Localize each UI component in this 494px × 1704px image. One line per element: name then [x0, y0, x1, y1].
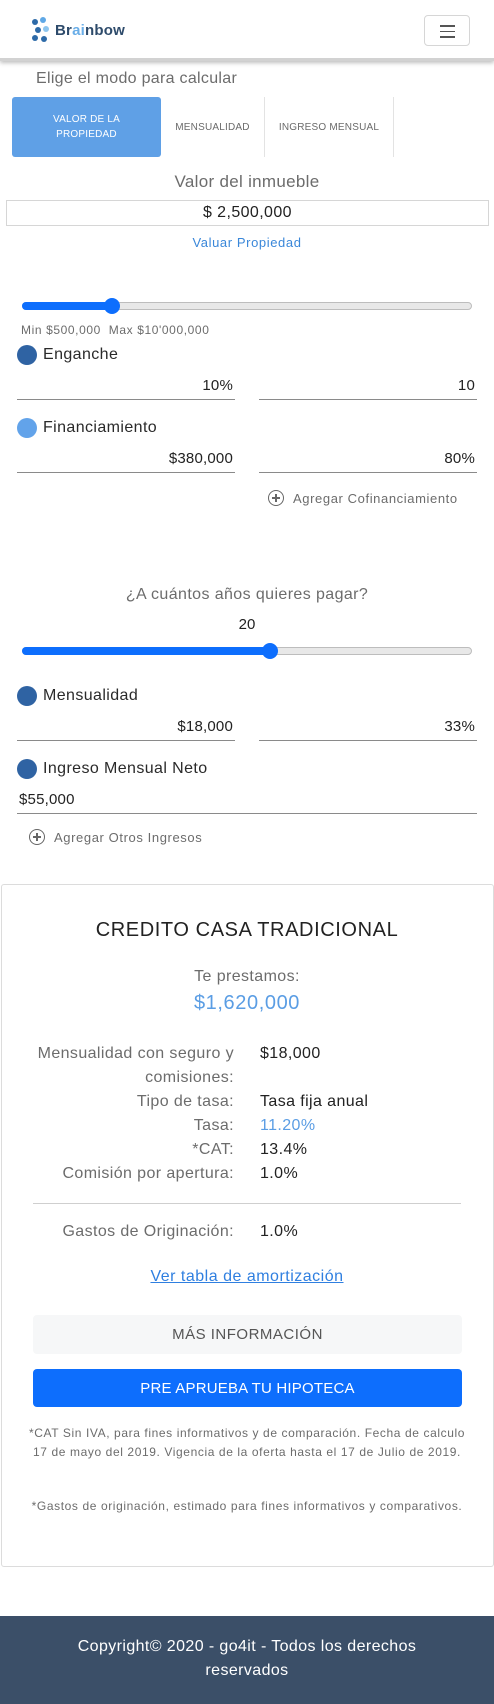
tab-valor-propiedad[interactable]: VALOR DE LA PROPIEDAD	[12, 97, 161, 157]
enganche-label-row: Enganche	[17, 345, 118, 365]
detail-value-tasa: 11.20%	[260, 1117, 316, 1134]
mensualidad-dot-icon	[17, 686, 37, 706]
detail-key-gastos: Gastos de Originación:	[62, 1223, 234, 1240]
enganche-percent-field[interactable]: 10%	[17, 374, 235, 400]
brand-logo[interactable]: Brainbow	[31, 17, 125, 43]
amortization-table-link[interactable]: Ver tabla de amortización	[0, 1268, 494, 1286]
detail-key-cat: *CAT:	[192, 1141, 234, 1158]
detail-value-gastos: 1.0%	[260, 1223, 299, 1240]
tab-mensualidad[interactable]: MENSUALIDAD	[161, 97, 265, 157]
financiamiento-percent-field[interactable]: 80%	[259, 447, 477, 473]
gastos-disclaimer: *Gastos de originación, estimado para fi…	[31, 1499, 463, 1513]
ingreso-amount-field[interactable]: $55,000	[17, 788, 477, 814]
slider-fill	[22, 302, 112, 310]
detail-key-tipo-tasa: Tipo de tasa:	[136, 1093, 234, 1110]
enganche-label: Enganche	[43, 346, 119, 363]
slider-fill	[22, 647, 270, 655]
brain-logo-icon	[31, 17, 53, 43]
mode-title: Elige el modo para calcular	[36, 70, 238, 87]
mode-tabs: VALOR DE LA PROPIEDAD MENSUALIDAD INGRES…	[12, 97, 394, 157]
add-cofinanciamiento-link[interactable]: Agregar Cofinanciamiento	[268, 490, 458, 506]
financiamiento-dot-icon	[17, 418, 37, 438]
plus-circle-icon	[29, 829, 45, 845]
footer: Copyright© 2020 - go4it - Todos los dere…	[0, 1616, 494, 1704]
financiamiento-label-row: Financiamiento	[17, 418, 157, 438]
copyright-text: Copyright© 2020 - go4it - Todos los dere…	[77, 1638, 417, 1679]
mensualidad-amount-field[interactable]: $18,000	[17, 715, 235, 741]
add-otros-ingresos-label: Agregar Otros Ingresos	[54, 829, 203, 845]
brand-name: Brainbow	[55, 21, 125, 39]
detail-key-tasa: Tasa:	[193, 1117, 234, 1134]
detail-value-mensualidad: $18,000	[260, 1045, 321, 1062]
property-value-input[interactable]: $ 2,500,000	[6, 200, 489, 226]
more-info-button[interactable]: MÁS INFORMACIÓN	[33, 1315, 462, 1354]
years-value: 20	[238, 616, 256, 633]
years-question: ¿A cuántos años quieres pagar?	[125, 586, 369, 603]
cat-disclaimer: *CAT Sin IVA, para fines informativos y …	[28, 1426, 466, 1459]
lend-label: Te prestamos:	[194, 968, 300, 985]
lend-value: $1,620,000	[193, 992, 301, 1014]
mensualidad-label: Mensualidad	[43, 687, 139, 704]
financiamiento-amount-field[interactable]: $380,000	[17, 447, 235, 473]
mensualidad-label-row: Mensualidad	[17, 686, 138, 706]
navbar: Brainbow	[0, 0, 494, 61]
years-slider[interactable]	[22, 638, 472, 662]
detail-value-tipo-tasa: Tasa fija anual	[260, 1093, 369, 1110]
enganche-value-field[interactable]: 10	[259, 374, 477, 400]
detail-value-comision: 1.0%	[260, 1165, 299, 1182]
detail-value-cat: 13.4%	[260, 1141, 308, 1158]
detail-key-mensualidad: Mensualidad con seguro y comisiones:	[37, 1045, 234, 1086]
ingreso-label-row: Ingreso Mensual Neto	[17, 759, 208, 779]
enganche-dot-icon	[17, 345, 37, 365]
credit-title: CREDITO CASA TRADICIONAL	[95, 919, 399, 941]
plus-circle-icon	[268, 490, 284, 506]
add-cofinanciamiento-label: Agregar Cofinanciamiento	[293, 490, 458, 506]
tab-ingreso-mensual[interactable]: INGRESO MENSUAL	[265, 97, 394, 157]
property-value-slider[interactable]	[22, 293, 472, 317]
slider-thumb[interactable]	[104, 298, 120, 314]
preapprove-mortgage-button[interactable]: PRE APRUEBA TU HIPOTECA	[33, 1369, 462, 1407]
card-divider	[33, 1203, 461, 1204]
detail-key-comision: Comisión por apertura:	[62, 1165, 234, 1182]
menu-toggle-button[interactable]	[424, 15, 470, 46]
slider-thumb[interactable]	[262, 643, 278, 659]
property-range-text: Min $500,000 Max $10'000,000	[21, 323, 210, 337]
valuate-property-link[interactable]: Valuar Propiedad	[0, 235, 494, 250]
add-otros-ingresos-link[interactable]: Agregar Otros Ingresos	[29, 829, 202, 845]
ingreso-dot-icon	[17, 759, 37, 779]
financiamiento-label: Financiamiento	[43, 419, 158, 436]
property-value-label: Valor del inmueble	[174, 172, 320, 191]
ingreso-label: Ingreso Mensual Neto	[43, 760, 208, 777]
mensualidad-percent-field[interactable]: 33%	[259, 715, 477, 741]
